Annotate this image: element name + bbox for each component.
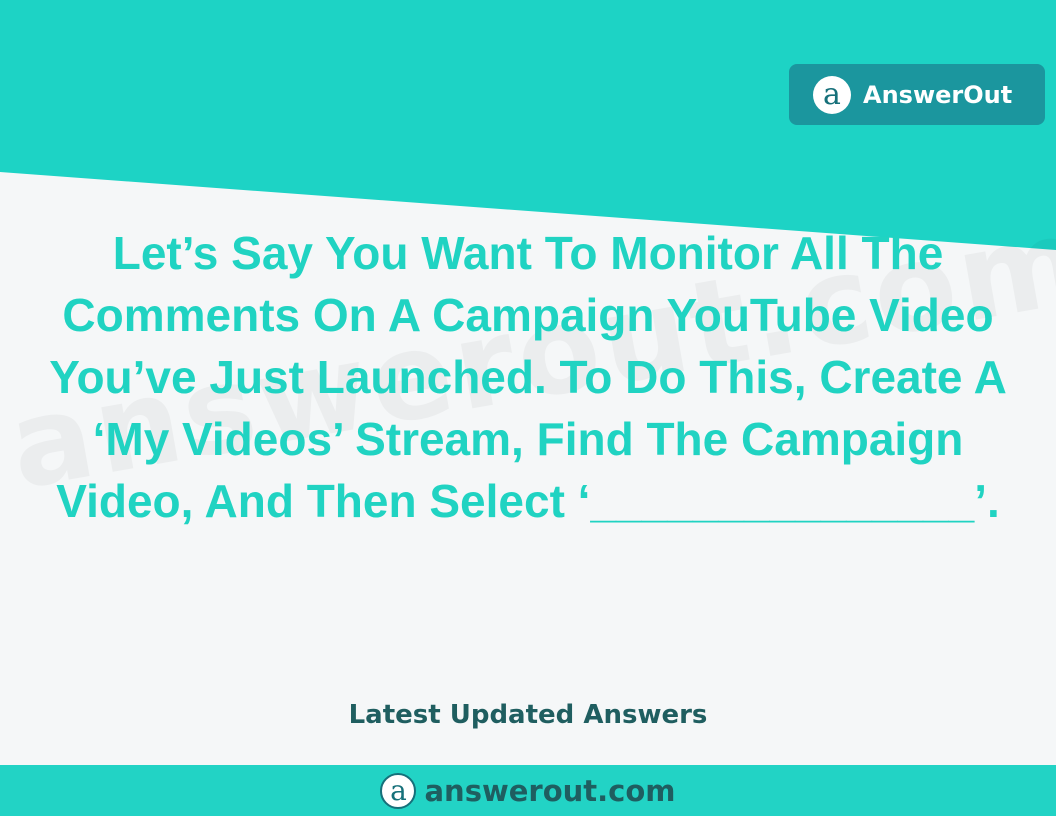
answerout-logo-icon: a — [380, 772, 417, 809]
question-text: Let’s Say You Want To Monitor All The Co… — [49, 227, 1007, 527]
tagline: Latest Updated Answers — [348, 700, 708, 730]
answerout-logo-icon: a — [813, 75, 851, 114]
footer-site-link[interactable]: answerout.com — [424, 774, 675, 808]
brand-name: AnswerOut — [863, 80, 1013, 109]
footer-bar: a answerout.com — [0, 765, 1056, 816]
brand-badge[interactable]: a AnswerOut — [789, 64, 1045, 125]
